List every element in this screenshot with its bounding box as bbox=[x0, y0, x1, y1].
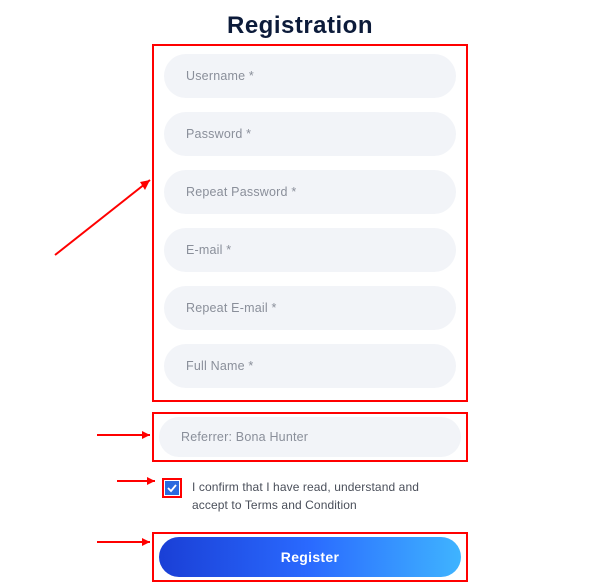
referrer-highlight: Referrer: Bona Hunter bbox=[152, 412, 468, 462]
username-placeholder: Username * bbox=[186, 69, 254, 83]
register-button[interactable]: Register bbox=[159, 537, 461, 577]
register-button-label: Register bbox=[281, 549, 339, 565]
arrow-icon bbox=[115, 474, 165, 488]
repeat-password-placeholder: Repeat Password * bbox=[186, 185, 296, 199]
page-title: Registration bbox=[0, 0, 600, 46]
arrow-icon bbox=[50, 170, 160, 260]
password-field[interactable]: Password * bbox=[164, 112, 456, 156]
main-fields-highlight: Username * Password * Repeat Password * … bbox=[152, 44, 468, 402]
consent-text: I confirm that I have read, understand a… bbox=[192, 478, 458, 514]
consent-checkbox-highlight bbox=[162, 478, 182, 498]
password-placeholder: Password * bbox=[186, 127, 251, 141]
fullname-placeholder: Full Name * bbox=[186, 359, 254, 373]
repeat-password-field[interactable]: Repeat Password * bbox=[164, 170, 456, 214]
repeat-email-placeholder: Repeat E-mail * bbox=[186, 301, 277, 315]
arrow-icon bbox=[95, 428, 160, 442]
consent-checkbox[interactable] bbox=[165, 481, 179, 495]
registration-form: Username * Password * Repeat Password * … bbox=[152, 44, 468, 582]
fullname-field[interactable]: Full Name * bbox=[164, 344, 456, 388]
referrer-field[interactable]: Referrer: Bona Hunter bbox=[159, 417, 461, 457]
arrow-icon bbox=[95, 535, 160, 549]
repeat-email-field[interactable]: Repeat E-mail * bbox=[164, 286, 456, 330]
email-placeholder: E-mail * bbox=[186, 243, 231, 257]
referrer-value: Referrer: Bona Hunter bbox=[181, 430, 308, 444]
check-icon bbox=[167, 483, 177, 493]
email-field[interactable]: E-mail * bbox=[164, 228, 456, 272]
username-field[interactable]: Username * bbox=[164, 54, 456, 98]
consent-row: I confirm that I have read, understand a… bbox=[152, 478, 468, 514]
